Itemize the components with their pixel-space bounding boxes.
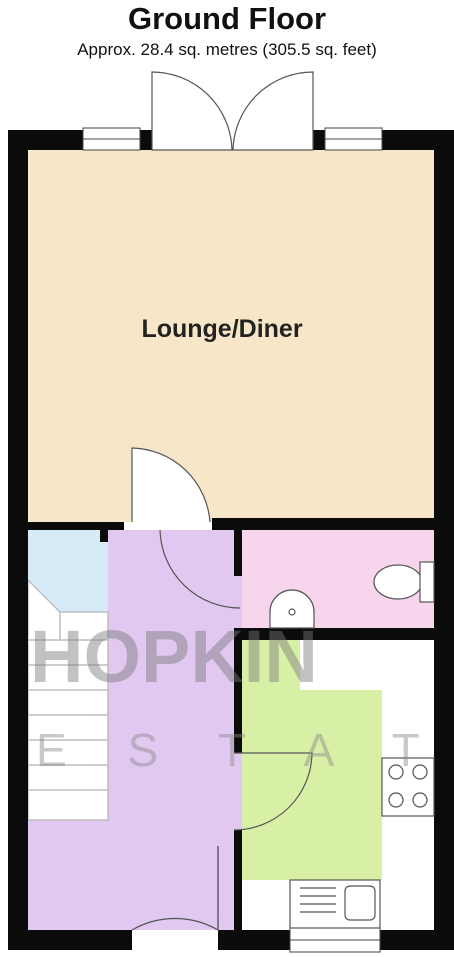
french-doors [151, 71, 314, 151]
toilet-icon [373, 564, 423, 600]
stairs-hall-area [28, 820, 108, 930]
floor-plan: Ground Floor Approx. 28.4 sq. metres (30… [0, 0, 454, 957]
kitchen-sink-icon [289, 879, 381, 929]
plan-drawing: Lounge/Diner HOPKIN E S T A T [8, 71, 454, 953]
lounge-diner-label: Lounge/Diner [141, 315, 302, 343]
watermark-logo: HOPKIN [30, 615, 318, 698]
watermark-subtext: E S T A T [36, 724, 444, 776]
